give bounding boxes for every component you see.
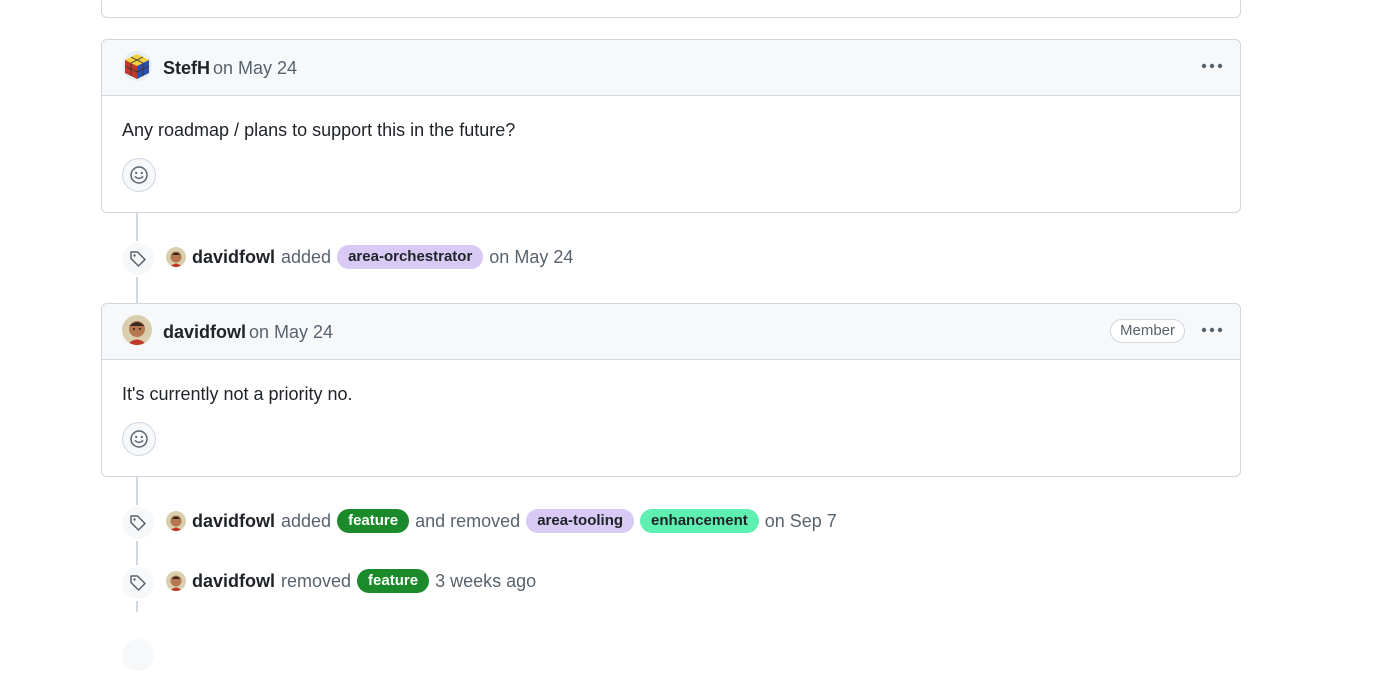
label-area-tooling[interactable]: area-tooling: [526, 509, 635, 533]
comment-text: It's currently not a priority no.: [122, 384, 353, 404]
smiley-icon: [130, 430, 148, 448]
davidfowl-avatar-icon: [166, 511, 186, 531]
comment-text: Any roadmap / plans to support this in t…: [122, 120, 516, 140]
avatar[interactable]: [166, 571, 186, 591]
timeline-event-icon: [120, 637, 156, 673]
comment-author[interactable]: StefH: [163, 58, 210, 79]
tag-icon: [130, 575, 146, 591]
event-date[interactable]: on May 24: [489, 247, 573, 268]
davidfowl-avatar-icon: [166, 571, 186, 591]
event-action: removed: [281, 570, 352, 591]
comment-header: StefH on May 24: [102, 40, 1240, 96]
comment-header: davidfowl on May 24 Member: [102, 304, 1240, 360]
comment-card: davidfowl on May 24 Member It's currentl…: [101, 303, 1241, 477]
event-connector: and removed: [415, 510, 521, 531]
event-action: added: [281, 510, 332, 531]
timeline-event: davidfowl added area-orchestrator on May…: [166, 245, 579, 269]
event-date[interactable]: 3 weeks ago: [435, 571, 536, 592]
davidfowl-avatar-icon: [166, 247, 186, 267]
kebab-horizontal-icon: [1201, 63, 1223, 69]
comment-author[interactable]: davidfowl: [163, 322, 246, 343]
smiley-icon: [130, 166, 148, 184]
event-actor[interactable]: davidfowl: [192, 247, 275, 268]
comment-date[interactable]: on May 24: [213, 58, 297, 79]
label-area-orchestrator[interactable]: area-orchestrator: [337, 245, 484, 269]
tag-icon: [130, 515, 146, 531]
avatar[interactable]: [122, 315, 152, 345]
event-action: added: [281, 246, 332, 267]
comment-menu-button[interactable]: [1200, 318, 1224, 342]
previous-comment-card: [101, 0, 1241, 18]
label-enhancement[interactable]: enhancement: [640, 509, 759, 533]
timeline-event: davidfowl removed feature 3 weeks ago: [166, 569, 542, 593]
member-badge: Member: [1109, 319, 1185, 343]
label-event-icon: [120, 505, 156, 541]
add-reaction-button[interactable]: [122, 158, 156, 192]
label-event-icon: [120, 241, 156, 277]
kebab-horizontal-icon: [1201, 327, 1223, 333]
label-feature[interactable]: feature: [357, 569, 430, 593]
avatar[interactable]: [122, 51, 152, 81]
comment-menu-button[interactable]: [1200, 54, 1224, 78]
event-date[interactable]: on Sep 7: [765, 511, 837, 532]
rubiks-cube-icon: [122, 51, 152, 81]
add-reaction-button[interactable]: [122, 422, 156, 456]
davidfowl-avatar-icon: [122, 315, 152, 345]
avatar[interactable]: [166, 511, 186, 531]
avatar[interactable]: [166, 247, 186, 267]
event-actor[interactable]: davidfowl: [192, 571, 275, 592]
tag-icon: [130, 251, 146, 267]
label-event-icon: [120, 565, 156, 601]
label-feature[interactable]: feature: [337, 509, 410, 533]
event-actor[interactable]: davidfowl: [192, 511, 275, 532]
timeline-event: davidfowl added feature and removed area…: [166, 509, 843, 533]
comment-card: StefH on May 24 Any roadmap / plans to s…: [101, 39, 1241, 213]
comment-date[interactable]: on May 24: [249, 322, 333, 343]
